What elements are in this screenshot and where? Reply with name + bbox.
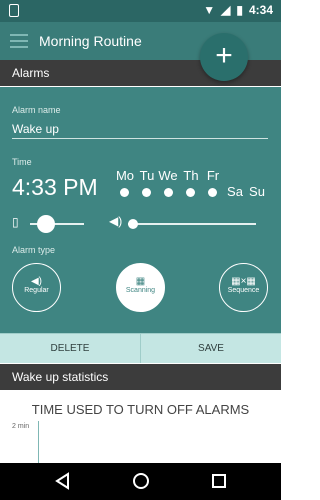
- speaker-icon: ◀): [30, 276, 43, 287]
- alarm-name-field[interactable]: Wake up: [12, 122, 59, 136]
- volume-icon: ◀): [109, 214, 123, 228]
- alarm-editor-panel: Alarm name Wake up Time 4:33 PM Mo Tu We…: [0, 87, 281, 333]
- vibrate-icon: ▯: [12, 215, 19, 229]
- day-toggle-th[interactable]: Th: [179, 168, 203, 183]
- day-selector: Mo Tu We Th Fr Sa Su: [113, 168, 273, 202]
- status-time: 4:34: [248, 3, 273, 17]
- vibration-slider-knob[interactable]: [37, 215, 55, 233]
- menu-icon[interactable]: [10, 34, 28, 48]
- day-selected-dot: [208, 188, 217, 197]
- action-bar: DELETE SAVE: [0, 333, 281, 363]
- navigation-bar: [0, 463, 281, 500]
- alarm-name-label: Alarm name: [12, 105, 61, 115]
- volume-slider-knob[interactable]: [128, 219, 138, 229]
- home-icon[interactable]: [132, 472, 150, 490]
- page-title: Morning Routine: [39, 33, 142, 49]
- status-bar: ▼ ◢ ▮ 4:34: [0, 0, 281, 22]
- alarm-type-sequence[interactable]: ▦×▦ Sequence: [219, 263, 268, 312]
- day-toggle-sa[interactable]: Sa: [223, 184, 247, 199]
- alarm-type-label-scanning: Scanning: [125, 287, 156, 294]
- day-toggle-we[interactable]: We: [156, 168, 180, 183]
- time-label: Time: [12, 157, 32, 167]
- alarm-type-label-regular: Regular: [24, 287, 49, 294]
- back-icon[interactable]: [54, 472, 70, 490]
- signal-icon: ◢: [221, 3, 231, 17]
- notification-icon: [9, 4, 19, 17]
- volume-slider-track[interactable]: [128, 223, 256, 225]
- alarm-name-underline: [12, 138, 268, 139]
- day-toggle-su[interactable]: Su: [245, 184, 269, 199]
- delete-button[interactable]: DELETE: [0, 334, 141, 363]
- qr-code-icon: ▦: [135, 276, 146, 287]
- battery-icon: ▮: [236, 3, 243, 17]
- day-toggle-mo[interactable]: Mo: [113, 168, 137, 183]
- save-button[interactable]: SAVE: [141, 334, 281, 363]
- alarm-type-scanning[interactable]: ▦ Scanning: [116, 263, 165, 312]
- wifi-icon: ▼: [203, 3, 216, 17]
- add-routine-button[interactable]: +: [200, 33, 248, 81]
- qr-sequence-icon: ▦×▦: [231, 276, 256, 287]
- alarm-type-regular[interactable]: ◀) Regular: [12, 263, 61, 312]
- y-axis-tick: 2 min: [12, 423, 30, 430]
- day-selected-dot: [120, 188, 129, 197]
- recents-icon[interactable]: [211, 472, 227, 490]
- status-icons: ▼ ◢ ▮ 4:34: [203, 3, 273, 17]
- statistics-header: Wake up statistics: [0, 364, 281, 390]
- alarm-type-label: Alarm type: [12, 245, 56, 255]
- time-picker[interactable]: 4:33 PM: [12, 174, 98, 201]
- alarm-type-label-sequence: Sequence: [227, 287, 260, 294]
- y-axis-line: [38, 421, 39, 463]
- day-toggle-fr[interactable]: Fr: [201, 168, 225, 183]
- day-selected-dot: [186, 188, 195, 197]
- day-selected-dot: [164, 188, 173, 197]
- day-selected-dot: [142, 188, 151, 197]
- chart-title: TIME USED TO TURN OFF ALARMS: [31, 402, 250, 417]
